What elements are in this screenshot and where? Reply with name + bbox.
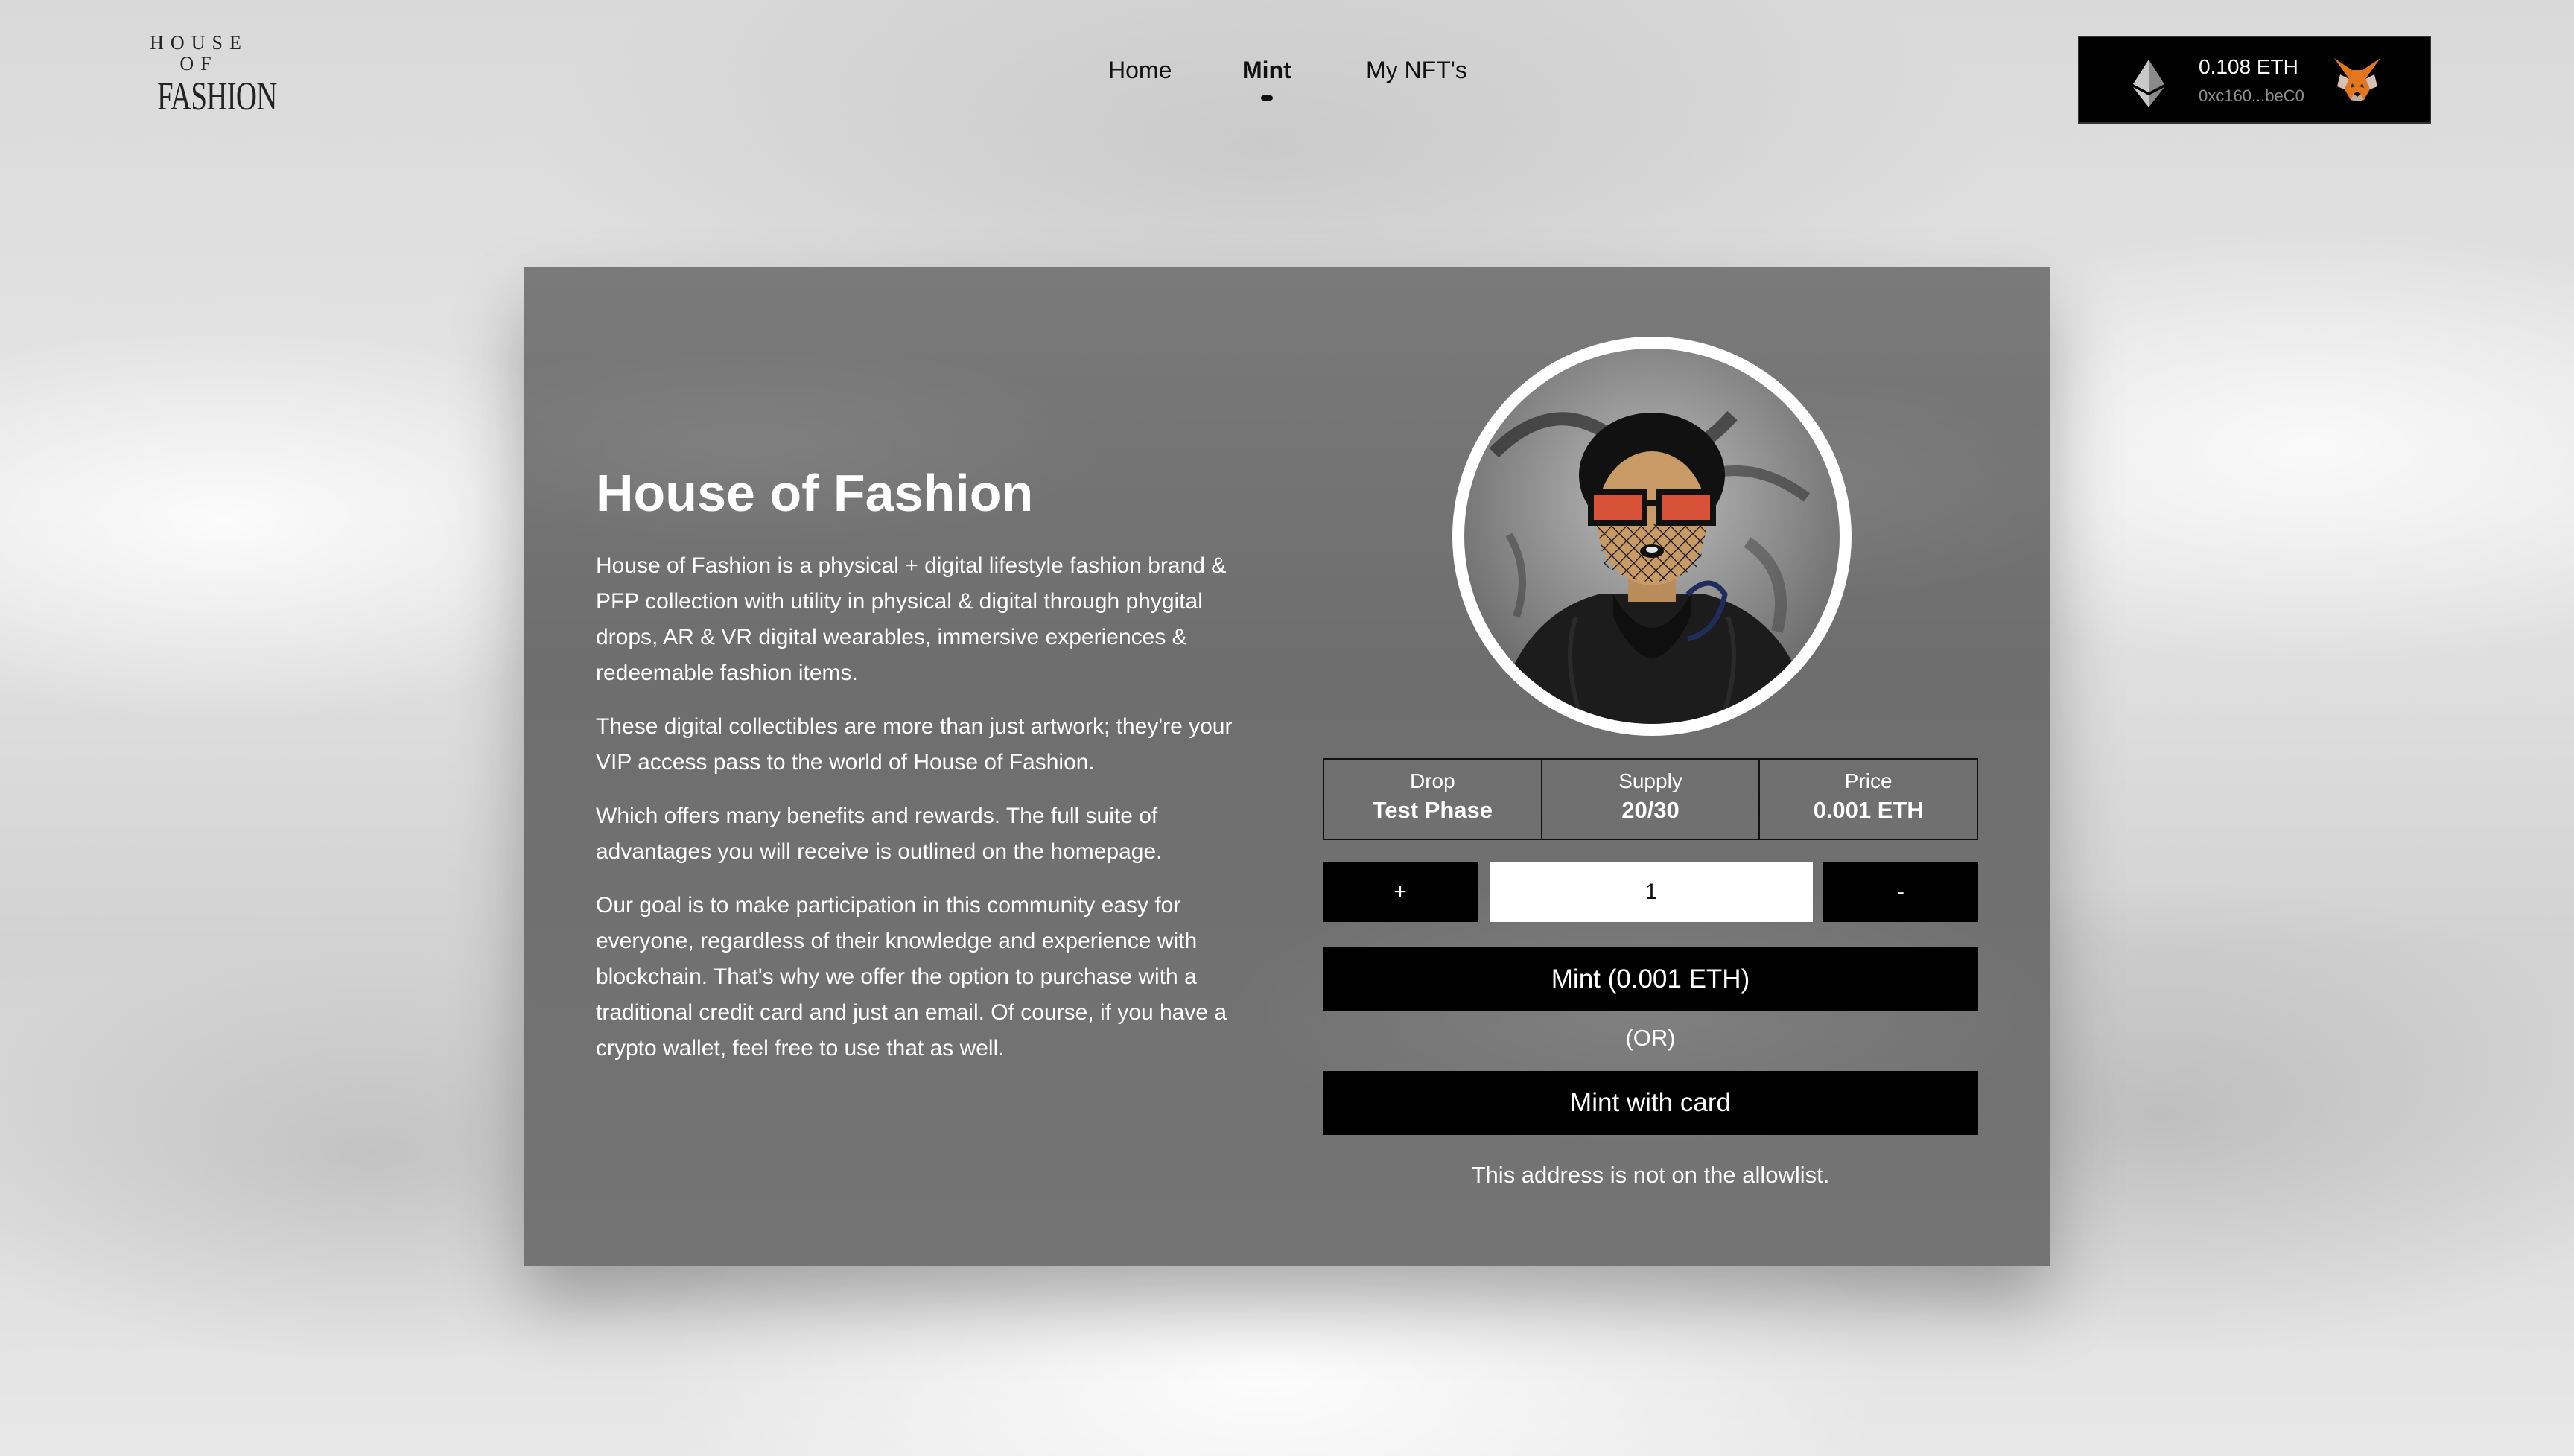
mint-panel: House of Fashion House of Fashion is a p…	[524, 267, 2050, 1266]
ethereum-icon	[2133, 60, 2164, 107]
wallet-address: 0xc160...beC0	[2199, 86, 2304, 105]
mint-with-card-button[interactable]: Mint with card	[1323, 1071, 1978, 1135]
nav-my-nfts[interactable]: My NFT's	[1366, 57, 1467, 84]
quantity-input[interactable]	[1490, 862, 1813, 922]
stat-supply: Supply 20/30	[1542, 760, 1761, 839]
metamask-fox-icon	[2334, 58, 2380, 101]
logo-top-text: HOUSE OF	[150, 32, 248, 74]
nav-mint[interactable]: Mint	[1242, 57, 1291, 101]
nft-character-image	[1464, 349, 1840, 724]
stat-price-value: 0.001 ETH	[1813, 797, 1924, 823]
logo-bottom-text: FASHION	[157, 74, 277, 118]
stat-price-label: Price	[1844, 769, 1893, 792]
description-paragraph: These digital collectibles are more than…	[596, 714, 1233, 775]
drop-stats: Drop Test Phase Supply 20/30 Price 0.001…	[1323, 758, 1978, 840]
nav-my-nfts-label: My NFT's	[1366, 57, 1467, 83]
increment-button[interactable]: +	[1323, 862, 1478, 922]
collection-title: House of Fashion	[596, 464, 1034, 522]
wallet-button[interactable]: 0.108 ETH 0xc160...beC0	[2078, 36, 2431, 124]
stat-drop: Drop Test Phase	[1324, 760, 1542, 839]
stat-price: Price 0.001 ETH	[1760, 760, 1977, 839]
description-paragraph: Which offers many benefits and rewards. …	[596, 804, 1163, 864]
active-indicator	[1260, 95, 1273, 101]
decrement-button[interactable]: -	[1823, 862, 1978, 922]
stat-drop-label: Drop	[1409, 769, 1455, 792]
description-paragraph: House of Fashion is a physical + digital…	[596, 553, 1227, 685]
collection-description: House of Fashion is a physical + digital…	[596, 548, 1266, 1084]
brand-logo[interactable]: HOUSE OF FASHION	[142, 32, 277, 118]
wallet-balance: 0.108 ETH	[2199, 55, 2298, 78]
nav-home-label: Home	[1108, 57, 1172, 83]
nft-preview-avatar	[1452, 337, 1852, 736]
nav-mint-label: Mint	[1242, 57, 1291, 83]
or-divider: (OR)	[1625, 1025, 1676, 1051]
stat-supply-value: 20/30	[1621, 797, 1680, 823]
description-paragraph: Our goal is to make participation in thi…	[596, 893, 1227, 1061]
allowlist-status: This address is not on the allowlist.	[1471, 1162, 1830, 1188]
stat-drop-value: Test Phase	[1372, 797, 1493, 823]
stat-supply-label: Supply	[1618, 769, 1682, 792]
nav-home[interactable]: Home	[1108, 57, 1172, 84]
mint-button[interactable]: Mint (0.001 ETH)	[1323, 947, 1978, 1011]
